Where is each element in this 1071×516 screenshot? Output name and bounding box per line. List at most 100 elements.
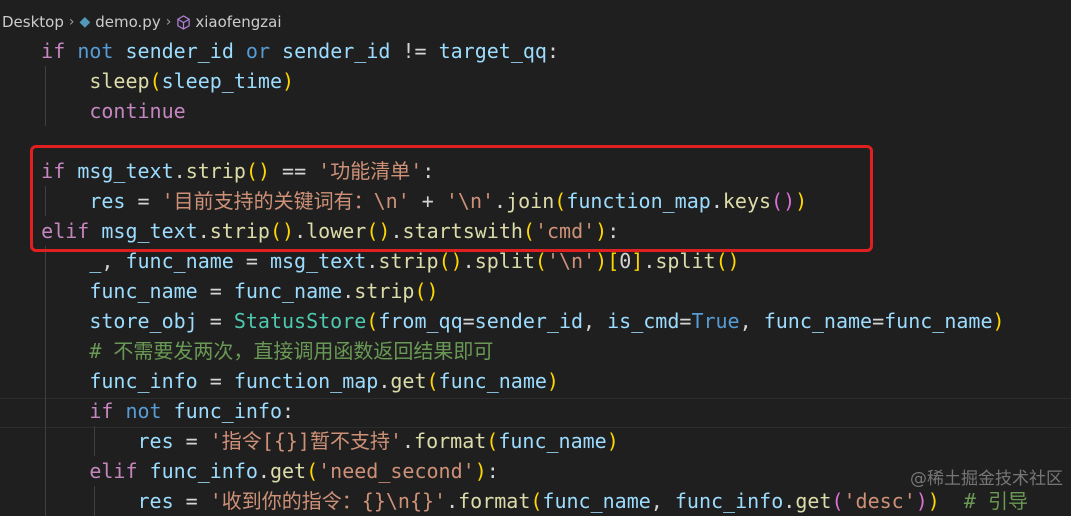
code-token: format: [414, 429, 487, 453]
code-line[interactable]: store_obj = StatusStore(from_qq=sender_i…: [0, 306, 1071, 336]
code-token: (): [438, 249, 463, 273]
code-token: func_info: [89, 369, 198, 393]
code-token: # 引导: [939, 489, 1028, 513]
code-token: from_qq: [378, 309, 463, 333]
code-token: ,: [650, 489, 675, 513]
watermark: @稀土掘金技术社区: [910, 469, 1063, 489]
code-token: .: [446, 489, 459, 513]
code-token: func_info: [173, 399, 283, 423]
code-token: ): [927, 489, 940, 513]
indent-guide: [45, 486, 46, 516]
code-token: :: [486, 459, 499, 483]
code-token: continue: [89, 99, 186, 123]
code-token: .: [257, 459, 270, 483]
code-token: func_name: [498, 429, 607, 453]
code-token: not: [125, 399, 162, 423]
indent-guide: [45, 306, 46, 336]
code-token: split: [474, 249, 535, 273]
code-token: ): [474, 459, 487, 483]
code-token: =: [872, 309, 885, 333]
code-token: '指令[{}]暂不支持': [209, 429, 402, 453]
code-token: func_name: [542, 489, 651, 513]
code-token: .: [783, 489, 796, 513]
code-token: (: [486, 429, 499, 453]
code-token: !=: [390, 39, 439, 63]
red-highlight-box: [30, 145, 873, 252]
breadcrumb-file[interactable]: ◆ demo.py: [79, 13, 160, 31]
code-token: =: [197, 279, 234, 303]
code-token: (: [534, 249, 547, 273]
code-token: ): [992, 309, 1005, 333]
code-token: .: [366, 249, 379, 273]
code-token: msg_text: [269, 249, 367, 273]
code-line[interactable]: res = '收到你的指令：{}\n{}'.format(func_name, …: [0, 486, 1071, 516]
code-token: :: [546, 39, 560, 63]
code-token: split: [655, 249, 716, 273]
code-token: func_name: [438, 369, 547, 393]
python-file-icon: ◆: [79, 14, 91, 30]
code-token: .: [402, 429, 415, 453]
indent-guide: [94, 486, 95, 516]
code-token: _: [89, 249, 102, 273]
code-token: [: [607, 249, 620, 273]
indent-guide: [45, 366, 46, 396]
code-line[interactable]: continue: [0, 96, 1071, 126]
breadcrumb-folder[interactable]: Desktop: [2, 13, 64, 31]
code-line[interactable]: res = '指令[{}]暂不支持'.format(func_name): [0, 426, 1071, 456]
code-line[interactable]: func_name = func_name.strip(): [0, 276, 1071, 306]
code-token: =: [197, 369, 234, 393]
code-token: target_qq: [438, 39, 547, 63]
breadcrumb-symbol[interactable]: xiaofengzai: [176, 13, 282, 31]
code-line[interactable]: sleep(sleep_time): [0, 66, 1071, 96]
code-token: ): [915, 489, 928, 513]
code-token: func_name: [233, 279, 343, 303]
code-token: '收到你的指令：{}\n{}': [209, 489, 447, 513]
symbol-method-icon: [176, 14, 191, 30]
code-token: ,: [739, 309, 764, 333]
code-token: sleep: [89, 69, 150, 93]
code-token: if: [89, 399, 114, 423]
code-line[interactable]: if not sender_id or sender_id != target_…: [0, 36, 1071, 66]
code-token: store_obj: [89, 309, 198, 333]
indent-guide: [94, 426, 95, 456]
code-token: =: [233, 249, 270, 273]
breadcrumb-symbol-label: xiaofengzai: [195, 13, 282, 31]
code-token: not: [77, 39, 114, 63]
code-token: '\n': [546, 249, 596, 273]
code-token: func_info: [149, 459, 258, 483]
code-token: res: [137, 489, 174, 513]
code-line[interactable]: if not func_info:: [0, 396, 1071, 426]
code-token: if: [41, 39, 66, 63]
code-token: or: [245, 39, 270, 63]
code-token: .: [643, 249, 656, 273]
code-token: 0: [619, 249, 632, 273]
code-token: func_name: [884, 309, 993, 333]
chevron-right-icon: ›: [165, 14, 172, 30]
code-token: res: [137, 429, 174, 453]
code-token: ): [595, 249, 608, 273]
code-token: (: [149, 69, 162, 93]
code-token: ]: [631, 249, 644, 273]
code-token: 'need_second': [318, 459, 475, 483]
code-token: # 不需要发两次，直接调用函数返回结果即可: [89, 339, 494, 363]
code-token: :: [282, 399, 295, 423]
code-token: StatusStore: [233, 309, 367, 333]
code-line[interactable]: func_info = function_map.get(func_name): [0, 366, 1071, 396]
code-editor[interactable]: if not sender_id or sender_id != target_…: [0, 36, 1071, 516]
code-token: (: [426, 369, 439, 393]
code-token: .: [342, 279, 355, 303]
code-token: (): [715, 249, 740, 273]
code-token: get: [795, 489, 832, 513]
indent-guide: [45, 396, 46, 426]
code-line[interactable]: # 不需要发两次，直接调用函数返回结果即可: [0, 336, 1071, 366]
code-token: (: [831, 489, 844, 513]
code-token: ): [606, 429, 619, 453]
